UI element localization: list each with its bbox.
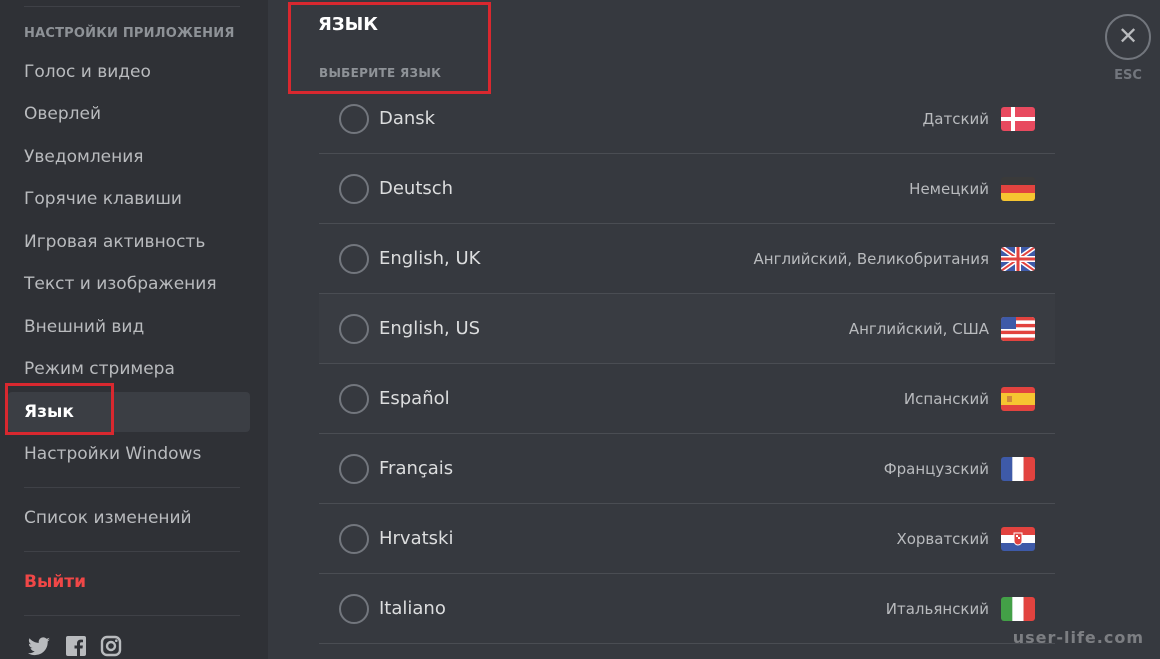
language-native-name: Dansk — [379, 108, 436, 129]
watermark: user-life.com — [1012, 628, 1144, 647]
language-option[interactable]: Dansk Датский — [319, 84, 1055, 154]
settings-window: НАСТРОЙКИ ПРИЛОЖЕНИЯ Голос и видео Оверл… — [0, 0, 1160, 659]
language-localized-name: Итальянский — [885, 600, 989, 618]
denmark-flag-icon — [1001, 107, 1035, 131]
close-button[interactable]: ✕ — [1105, 14, 1151, 60]
twitter-icon[interactable] — [27, 634, 51, 658]
language-option[interactable]: Deutsch Немецкий — [319, 154, 1055, 224]
radio-button[interactable] — [339, 314, 369, 344]
language-native-name: English, UK — [379, 248, 481, 269]
section-header: НАСТРОЙКИ ПРИЛОЖЕНИЯ — [24, 26, 235, 41]
language-localized-name: Датский — [922, 110, 989, 128]
language-localized-name: Немецкий — [909, 180, 989, 198]
language-list: Dansk Датский Deutsch Немецкий English, … — [319, 84, 1055, 644]
us-flag-icon — [1001, 317, 1035, 341]
close-label: ESC — [1114, 68, 1142, 83]
sidebar-item-changelog[interactable]: Список изменений — [8, 498, 250, 538]
spain-flag-icon — [1001, 387, 1035, 411]
italy-flag-icon — [1001, 597, 1035, 621]
radio-button[interactable] — [339, 174, 369, 204]
sidebar-item-voice-video[interactable]: Голос и видео — [8, 52, 250, 92]
divider — [24, 615, 240, 616]
language-option[interactable]: Hrvatski Хорватский — [319, 504, 1055, 574]
radio-button[interactable] — [339, 104, 369, 134]
sidebar-item-overlay[interactable]: Оверлей — [8, 94, 250, 134]
sidebar-item-keybinds[interactable]: Горячие клавиши — [8, 179, 250, 219]
language-native-name: Deutsch — [379, 178, 454, 199]
uk-flag-icon — [1001, 247, 1035, 271]
sidebar-item-notifications[interactable]: Уведомления — [8, 137, 250, 177]
language-option[interactable]: Français Французский — [319, 434, 1055, 504]
language-option[interactable]: English, US Английский, США — [319, 294, 1055, 364]
divider — [24, 6, 240, 7]
language-option[interactable]: Italiano Итальянский — [319, 574, 1055, 644]
language-localized-name: Английский, Великобритания — [753, 250, 990, 268]
sidebar-item-appearance[interactable]: Внешний вид — [8, 307, 250, 347]
language-localized-name: Хорватский — [896, 530, 989, 548]
radio-button[interactable] — [339, 384, 369, 414]
sidebar-item-language[interactable]: Язык — [8, 392, 250, 432]
radio-button[interactable] — [339, 454, 369, 484]
language-native-name: Hrvatski — [379, 528, 454, 549]
sidebar-item-game-activity[interactable]: Игровая активность — [8, 222, 250, 262]
language-native-name: Français — [379, 458, 454, 479]
language-localized-name: Французский — [883, 460, 989, 478]
language-localized-name: Испанский — [903, 390, 989, 408]
instagram-icon[interactable] — [99, 634, 123, 658]
radio-button[interactable] — [339, 524, 369, 554]
divider — [24, 551, 240, 552]
sidebar-item-windows-settings[interactable]: Настройки Windows — [8, 434, 250, 474]
facebook-icon[interactable] — [64, 634, 88, 658]
section-subtitle: ВЫБЕРИТЕ ЯЗЫК — [319, 66, 442, 80]
language-option[interactable]: Español Испанский — [319, 364, 1055, 434]
radio-button[interactable] — [339, 594, 369, 624]
germany-flag-icon — [1001, 177, 1035, 201]
sidebar: НАСТРОЙКИ ПРИЛОЖЕНИЯ Голос и видео Оверл… — [0, 0, 268, 659]
sidebar-item-streamer-mode[interactable]: Режим стримера — [8, 349, 250, 389]
language-native-name: Español — [379, 388, 450, 409]
france-flag-icon — [1001, 457, 1035, 481]
divider — [24, 487, 240, 488]
sidebar-item-text-images[interactable]: Текст и изображения — [8, 264, 250, 304]
language-option[interactable]: English, UK Английский, Великобритания — [319, 224, 1055, 294]
page-title: ЯЗЫК — [318, 14, 379, 35]
croatia-flag-icon — [1001, 527, 1035, 551]
language-native-name: English, US — [379, 318, 481, 339]
logout-button[interactable]: Выйти — [8, 562, 250, 602]
language-native-name: Italiano — [379, 598, 446, 619]
close-icon: ✕ — [1117, 22, 1139, 50]
radio-button[interactable] — [339, 244, 369, 274]
language-localized-name: Английский, США — [848, 320, 989, 338]
